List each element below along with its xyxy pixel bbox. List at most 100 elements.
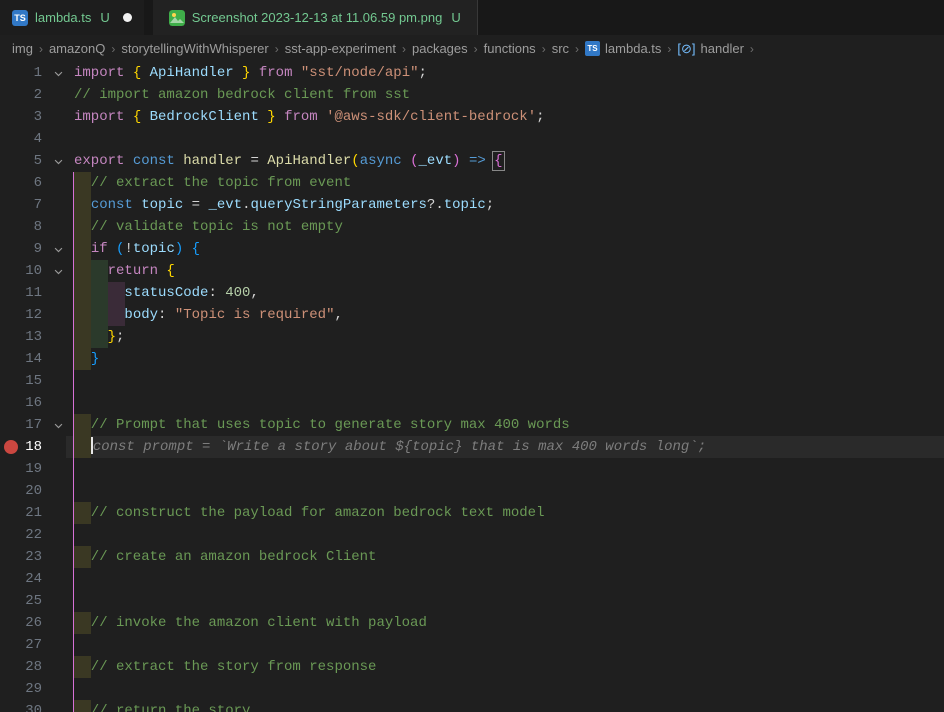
- line-number[interactable]: 20: [0, 480, 42, 502]
- code-line-5[interactable]: 5 export const handler = ApiHandler(async…: [0, 150, 944, 172]
- line-number[interactable]: 19: [0, 458, 42, 480]
- line-number[interactable]: 6: [0, 172, 42, 194]
- tab-lambda-ts[interactable]: TS lambda.ts U: [0, 0, 144, 35]
- line-number[interactable]: 21: [0, 502, 42, 524]
- line-number[interactable]: 29: [0, 678, 42, 700]
- syntax-token: ,: [334, 307, 343, 323]
- code-line-6[interactable]: 6 // extract the topic from event: [0, 172, 944, 194]
- syntax-token: {: [132, 65, 150, 81]
- breadcrumb-item-src[interactable]: src: [552, 41, 569, 56]
- breadcrumb-item-storytellingwithwhisperer[interactable]: storytellingWithWhisperer: [121, 41, 268, 56]
- code-line-24[interactable]: 24: [0, 568, 944, 590]
- line-number[interactable]: 2: [0, 84, 42, 106]
- code-line-2[interactable]: 2 // import amazon bedrock client from ss…: [0, 84, 944, 106]
- syntax-token: from: [258, 65, 301, 81]
- line-number[interactable]: 27: [0, 634, 42, 656]
- line-number[interactable]: 14: [0, 348, 42, 370]
- code-editor[interactable]: 1 import { ApiHandler } from "sst/node/ap…: [0, 62, 944, 712]
- line-number[interactable]: 12: [0, 304, 42, 326]
- syntax-token: // Prompt that uses topic to generate st…: [74, 417, 570, 433]
- line-number[interactable]: 30: [0, 700, 42, 712]
- code-line-11[interactable]: 11 statusCode: 400,: [0, 282, 944, 304]
- line-number[interactable]: 15: [0, 370, 42, 392]
- modified-dot-icon[interactable]: [122, 13, 132, 22]
- breadcrumb-label: sst-app-experiment: [284, 41, 396, 56]
- code-line-1[interactable]: 1 import { ApiHandler } from "sst/node/ap…: [0, 62, 944, 84]
- breadcrumb-item-amazonq[interactable]: amazonQ: [49, 41, 105, 56]
- line-number[interactable]: 24: [0, 568, 42, 590]
- code-line-9[interactable]: 9 if (!topic) {: [0, 238, 944, 260]
- code-line-13[interactable]: 13 };: [0, 326, 944, 348]
- line-number[interactable]: 25: [0, 590, 42, 612]
- syntax-token: (: [410, 153, 419, 169]
- breadcrumb-label: amazonQ: [48, 41, 106, 56]
- chevron-right-icon: ›: [575, 41, 580, 56]
- breadcrumb-item-sst-app-experiment[interactable]: sst-app-experiment: [285, 41, 396, 56]
- line-number[interactable]: 13: [0, 326, 42, 348]
- line-number[interactable]: 3: [0, 106, 42, 128]
- code-line-10[interactable]: 10 return {: [0, 260, 944, 282]
- line-number[interactable]: 11: [0, 282, 42, 304]
- tab-screenshot-png[interactable]: Screenshot 2023-12-13 at 11.06.59 pm.png…: [152, 0, 478, 35]
- code-line-30[interactable]: 30 // return the story: [0, 700, 944, 712]
- line-number[interactable]: 1: [0, 62, 42, 84]
- line-number[interactable]: 10: [0, 260, 42, 282]
- breadcrumb-item-lambda-ts[interactable]: TS lambda.ts: [585, 41, 661, 56]
- chevron-down-fold-icon[interactable]: [50, 260, 66, 282]
- breadcrumb-item-packages[interactable]: packages: [412, 41, 468, 56]
- line-number[interactable]: 16: [0, 392, 42, 414]
- code-line-27[interactable]: 27: [0, 634, 944, 656]
- line-number[interactable]: 28: [0, 656, 42, 678]
- chevron-down-fold-icon[interactable]: [50, 150, 66, 172]
- chevron-down-fold-icon[interactable]: [50, 62, 66, 84]
- syntax-token: (: [351, 153, 360, 169]
- code-line-19[interactable]: 19: [0, 458, 944, 480]
- code-line-25[interactable]: 25: [0, 590, 944, 612]
- syntax-token: [74, 329, 108, 345]
- syntax-token: =: [250, 153, 268, 169]
- code-line-14[interactable]: 14 }: [0, 348, 944, 370]
- code-line-26[interactable]: 26 // invoke the amazon client with payl…: [0, 612, 944, 634]
- code-line-22[interactable]: 22: [0, 524, 944, 546]
- code-line-18[interactable]: 18 const prompt = `Write a story about $…: [0, 436, 944, 458]
- code-line-12[interactable]: 12 body: "Topic is required",: [0, 304, 944, 326]
- line-number[interactable]: 8: [0, 216, 42, 238]
- line-number[interactable]: 26: [0, 612, 42, 634]
- code-text: // extract the topic from event: [74, 172, 351, 194]
- syntax-token: ;: [116, 329, 125, 345]
- line-number[interactable]: 4: [0, 128, 42, 150]
- code-line-3[interactable]: 3 import { BedrockClient } from '@aws-sdk…: [0, 106, 944, 128]
- line-number[interactable]: 23: [0, 546, 42, 568]
- code-line-15[interactable]: 15: [0, 370, 944, 392]
- breadcrumb-item-img[interactable]: img: [12, 41, 33, 56]
- syntax-token: ): [174, 241, 184, 257]
- code-text: };: [74, 326, 125, 348]
- line-number[interactable]: 7: [0, 194, 42, 216]
- line-number[interactable]: 17: [0, 414, 42, 436]
- code-line-4[interactable]: 4: [0, 128, 944, 150]
- syntax-token: handler: [183, 153, 251, 169]
- code-line-21[interactable]: 21 // construct the payload for amazon b…: [0, 502, 944, 524]
- breadcrumb-item-functions[interactable]: functions: [484, 41, 536, 56]
- code-line-28[interactable]: 28 // extract the story from response: [0, 656, 944, 678]
- line-number[interactable]: 18: [0, 436, 42, 458]
- breadcrumb-item-handler[interactable]: [⊘] handler: [677, 41, 744, 57]
- code-line-7[interactable]: 7 const topic = _evt.queryStringParamete…: [0, 194, 944, 216]
- code-line-20[interactable]: 20: [0, 480, 944, 502]
- code-line-16[interactable]: 16: [0, 392, 944, 414]
- code-line-29[interactable]: 29: [0, 678, 944, 700]
- syntax-token: [74, 197, 91, 213]
- code-text: import { ApiHandler } from "sst/node/api…: [74, 62, 427, 84]
- line-number[interactable]: 5: [0, 150, 42, 172]
- code-text: body: "Topic is required",: [74, 304, 343, 326]
- chevron-down-fold-icon[interactable]: [50, 238, 66, 260]
- line-number[interactable]: 9: [0, 238, 42, 260]
- syntax-token: export: [74, 153, 133, 169]
- code-line-23[interactable]: 23 // create an amazon bedrock Client: [0, 546, 944, 568]
- chevron-right-icon: ›: [667, 41, 672, 56]
- chevron-right-icon: ›: [541, 41, 546, 56]
- line-number[interactable]: 22: [0, 524, 42, 546]
- code-line-17[interactable]: 17 // Prompt that uses topic to generate…: [0, 414, 944, 436]
- code-line-8[interactable]: 8 // validate topic is not empty: [0, 216, 944, 238]
- chevron-down-fold-icon[interactable]: [50, 414, 66, 436]
